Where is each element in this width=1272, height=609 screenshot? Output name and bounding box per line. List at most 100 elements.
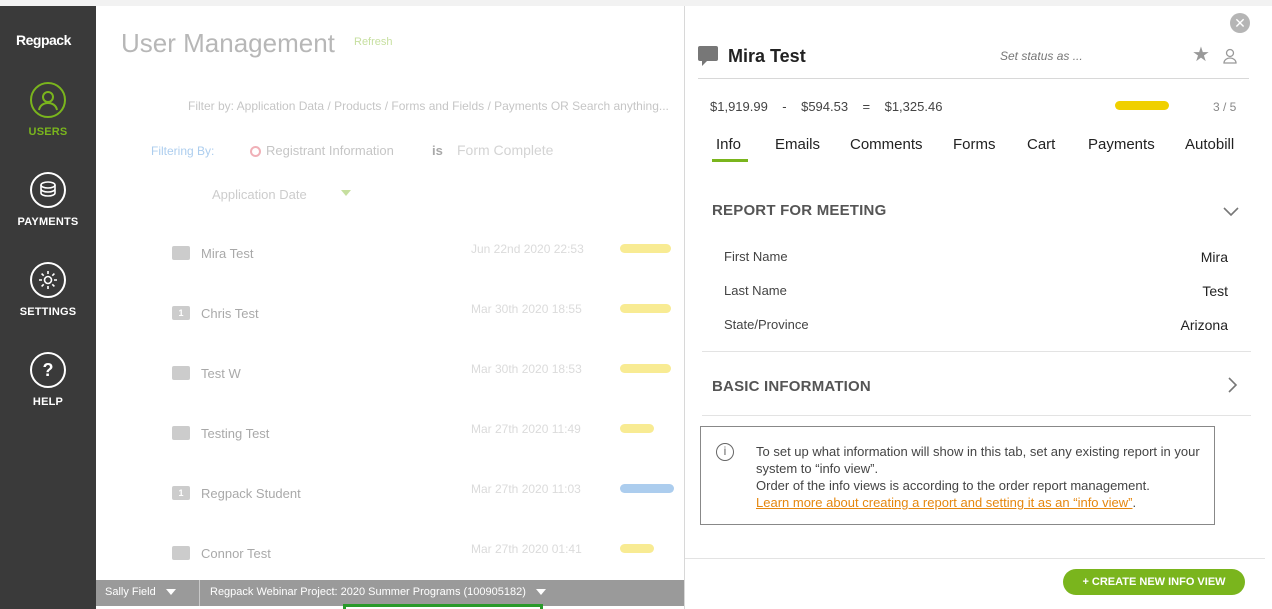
badge-icon: 1 [172,306,190,320]
info-period: . [1132,495,1137,510]
active-tab-indicator [712,159,748,162]
sort-dropdown[interactable]: Application Date [212,187,307,202]
info-line-2: Order of the info views is according to … [756,478,1150,493]
field-label: First Name [724,249,788,264]
divider [702,415,1251,416]
nav-users[interactable]: USERS [0,82,96,138]
refresh-link[interactable]: Refresh [354,36,393,48]
tab-autobill[interactable]: Autobill [1185,136,1234,153]
user-row[interactable]: Test W Mar 30th 2020 18:53 [96,362,684,402]
user-management-main: User Management Refresh Filter by: Appli… [96,6,684,580]
user-row[interactable]: 1 Chris Test Mar 30th 2020 18:55 [96,302,684,342]
page-title: User Management [121,28,335,58]
balance-total: $1,919.99 [710,99,768,114]
filter-operator: is [432,143,443,158]
user-row-date: Mar 27th 2020 11:03 [471,482,581,496]
user-switcher-label: Sally Field [105,586,156,598]
plus-icon: + [1082,576,1092,588]
question-icon: ? [30,352,66,388]
tab-info[interactable]: Info [716,136,741,153]
user-row-name[interactable]: Testing Test [201,426,269,441]
chevron-down-icon[interactable] [1223,204,1239,222]
section-basic-information[interactable]: BASIC INFORMATION [712,378,871,395]
user-row[interactable]: 1 Regpack Student Mar 27th 2020 11:03 [96,482,684,522]
user-row-date: Mar 30th 2020 18:55 [471,302,582,316]
form-progress-bar [1115,101,1169,110]
user-row-name[interactable]: Mira Test [201,246,254,261]
field-label: State/Province [724,317,809,332]
user-row-date: Mar 30th 2020 18:53 [471,362,582,376]
chat-icon [698,46,718,66]
section-report-for-meeting[interactable]: REPORT FOR MEETING [712,202,886,219]
coins-icon [30,172,66,208]
user-row-name[interactable]: Regpack Student [201,486,301,501]
status-selector[interactable]: Set status as ... [1000,49,1083,63]
balance-minus: - [782,99,787,114]
nav-settings[interactable]: SETTINGS [0,262,96,318]
user-progress-bar [620,424,654,433]
balance-equals: = [862,99,871,114]
chat-icon [172,366,190,380]
filter-search-input[interactable]: Filter by: Application Data / Products /… [188,99,669,113]
user-row-name[interactable]: Chris Test [201,306,259,321]
balance-summary: $1,919.99 - $594.53 = $1,325.46 [710,99,942,114]
learn-more-link[interactable]: Learn more about creating a report and s… [756,495,1133,510]
user-detail-panel: ✕ Mira Test Set status as ... ★ $1,919.9… [684,6,1265,609]
close-icon[interactable]: ✕ [1230,13,1250,33]
user-icon [30,82,66,118]
user-progress-bar [620,484,674,493]
nav-help[interactable]: ? HELP [0,352,96,408]
user-progress-bar [620,304,671,313]
info-view-notice: i To set up what information will show i… [700,426,1215,525]
user-row[interactable]: Testing Test Mar 27th 2020 11:49 [96,422,684,462]
user-row[interactable]: Mira Test Jun 22nd 2020 22:53 [96,242,684,282]
tab-comments[interactable]: Comments [850,136,923,153]
user-row-date: Mar 27th 2020 01:41 [471,542,582,556]
caret-down-icon [535,589,546,596]
user-row-name[interactable]: Test W [201,366,241,381]
user-outline-icon[interactable] [1223,48,1239,66]
user-progress-bar [620,244,671,253]
gear-icon [30,262,66,298]
filtering-by-label: Filtering By: [151,144,215,158]
balance-due: $1,325.46 [884,99,943,114]
tab-emails[interactable]: Emails [775,136,820,153]
caret-down-icon [165,589,176,596]
nav-users-label: USERS [28,126,68,138]
field-label: Last Name [724,283,787,298]
caret-down-icon[interactable] [341,190,351,196]
create-button-label: CREATE NEW INFO VIEW [1091,576,1226,588]
field-value: Arizona [1180,317,1228,333]
project-switcher[interactable]: Regpack Webinar Project: 2020 Summer Pro… [210,586,546,598]
chat-icon [172,426,190,440]
user-row-date: Mar 27th 2020 11:49 [471,422,581,436]
user-name: Mira Test [728,46,806,66]
star-icon[interactable]: ★ [1192,42,1210,67]
tab-payments[interactable]: Payments [1088,136,1155,153]
remove-filter-icon[interactable] [250,146,261,157]
balance-paid: $594.53 [801,99,849,114]
info-icon: i [716,443,734,461]
user-progress-bar [620,544,654,553]
tab-forms[interactable]: Forms [953,136,996,153]
nav-settings-label: SETTINGS [19,306,77,318]
regpack-logo: Regpack [16,32,71,48]
user-row-name[interactable]: Connor Test [201,546,271,561]
nav-payments[interactable]: PAYMENTS [0,172,96,228]
create-new-info-view-button[interactable]: + CREATE NEW INFO VIEW [1063,569,1245,595]
user-row[interactable]: Connor Test Mar 27th 2020 01:41 [96,542,684,582]
user-switcher[interactable]: Sally Field [105,586,176,598]
filter-value[interactable]: Form Complete [457,142,553,158]
info-text: To set up what information will show in … [756,443,1206,511]
project-switcher-label: Regpack Webinar Project: 2020 Summer Pro… [210,586,526,598]
divider [685,558,1265,559]
divider [199,580,200,606]
field-value: Test [1202,283,1228,299]
field-value: Mira [1200,249,1228,265]
filter-field[interactable]: Registrant Information [266,143,394,158]
chevron-right-icon[interactable] [1228,377,1238,398]
tab-cart[interactable]: Cart [1027,136,1055,153]
badge-icon: 1 [172,486,190,500]
nav-help-label: HELP [32,396,64,408]
sidebar: Regpack USERS PAYMENTS SETTINGS ? HELP [0,6,96,609]
